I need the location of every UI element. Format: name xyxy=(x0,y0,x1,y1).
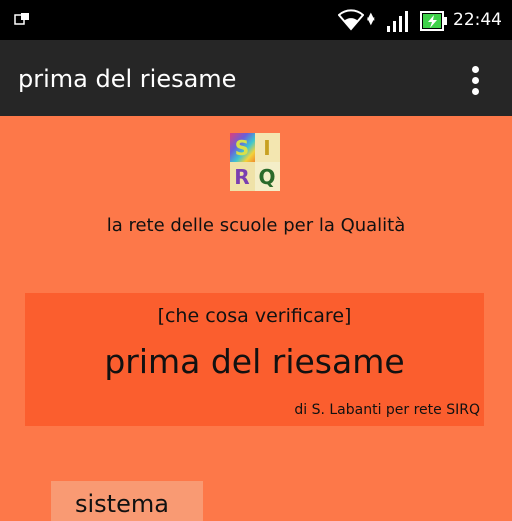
header-banner: [che cosa verificare] prima del riesame … xyxy=(25,293,484,426)
logo-letter-s: S xyxy=(235,136,249,160)
overflow-menu-icon[interactable] xyxy=(462,62,490,98)
section-button-label: sistema xyxy=(75,490,169,518)
banner-subtitle: [che cosa verificare] xyxy=(157,305,352,327)
wifi-icon xyxy=(338,9,364,31)
tagline: la rete delle scuole per la Qualità xyxy=(106,215,406,236)
section-button-sistema[interactable]: sistema xyxy=(51,481,203,521)
battery-charging-icon xyxy=(420,11,447,31)
signal-icon xyxy=(387,11,408,32)
banner-author: di S. Labanti per rete SIRQ xyxy=(294,402,480,418)
logo-letter-r: R xyxy=(234,165,249,189)
app-title: prima del riesame xyxy=(18,65,237,93)
banner-title: prima del riesame xyxy=(104,342,405,381)
notification-icon xyxy=(14,13,29,25)
status-bar: ▲ ▼ 22:44 xyxy=(0,0,512,40)
sirq-logo: S I R Q xyxy=(230,133,280,191)
clock: 22:44 xyxy=(453,10,502,30)
logo-letter-i: I xyxy=(263,136,270,160)
logo-letter-q: Q xyxy=(258,165,275,189)
data-arrows-icon: ▲ ▼ xyxy=(367,11,375,27)
app-bar: prima del riesame xyxy=(0,40,512,116)
